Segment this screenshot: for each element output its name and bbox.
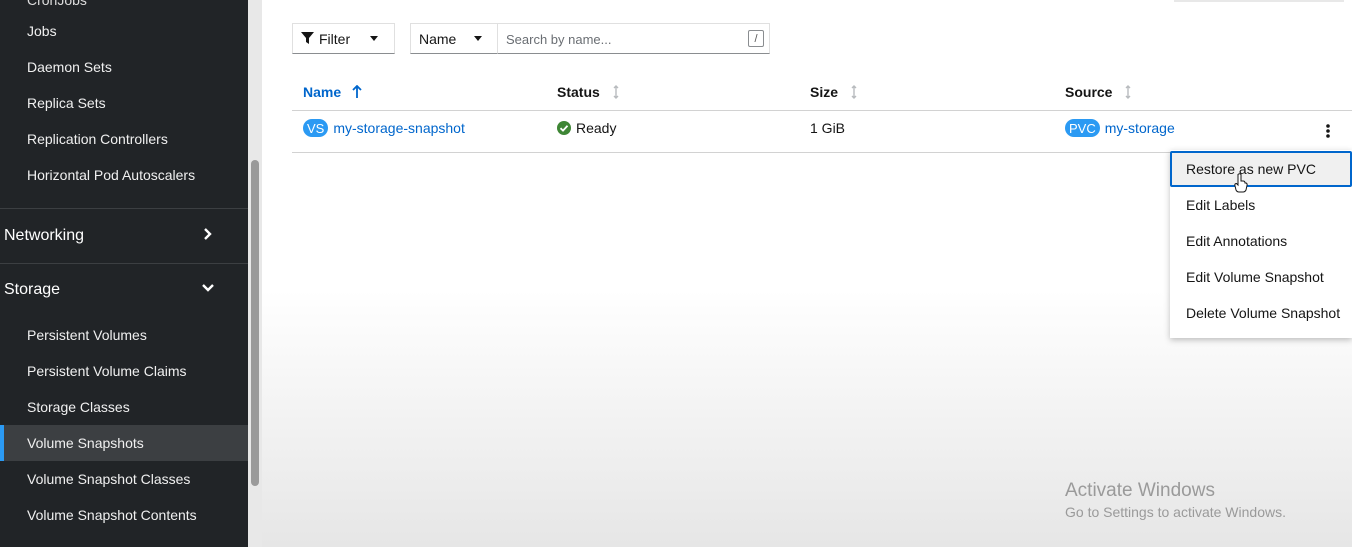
sidebar-item-label: Volume Snapshot Classes: [27, 471, 191, 487]
search-type-label: Name: [419, 30, 457, 47]
watermark-title: Activate Windows: [1065, 480, 1215, 501]
sidebar-item-label: Storage Classes: [27, 399, 130, 415]
search-box: /: [498, 23, 770, 54]
check-circle-icon: [557, 121, 571, 135]
table-row-size-cell: 1 GiB: [810, 118, 845, 138]
sidebar-item-horizontal-pod-autoscalers[interactable]: Horizontal Pod Autoscalers: [0, 157, 248, 193]
sidebar-section-label: Networking: [4, 227, 85, 244]
kebab-menu-icon[interactable]: [1320, 122, 1336, 140]
sidebar-item-label: Horizontal Pod Autoscalers: [27, 167, 196, 183]
column-header-name[interactable]: Name: [303, 82, 363, 102]
sidebar-item-volume-snapshot-contents[interactable]: Volume Snapshot Contents: [0, 497, 248, 533]
sidebar-item-volume-snapshot-classes[interactable]: Volume Snapshot Classes: [0, 461, 248, 497]
sidebar-item-label: Replication Controllers: [27, 131, 168, 147]
search-type-select[interactable]: Name: [410, 23, 498, 54]
filter-icon: [301, 32, 314, 44]
resource-badge-pvc: PVC: [1065, 119, 1100, 137]
caret-down-icon: [370, 36, 378, 41]
table-row-status-cell: Ready: [557, 118, 616, 138]
sidebar-section-networking[interactable]: Networking: [0, 209, 248, 263]
table-header-divider: [292, 110, 1352, 111]
sort-ascending-icon: [352, 85, 362, 98]
sidebar-item-label: Persistent Volumes: [27, 327, 147, 343]
sidebar-item-label: Replica Sets: [27, 95, 106, 111]
caret-down-icon: [474, 36, 482, 41]
table-row-name-cell: VS my-storage-snapshot: [303, 118, 465, 138]
sidebar-item-label: Persistent Volume Claims: [27, 363, 187, 379]
size-text: 1 GiB: [810, 120, 846, 136]
menu-item-label: Edit Labels: [1186, 197, 1256, 213]
column-header-label: Source: [1065, 84, 1113, 100]
column-header-status[interactable]: Status: [557, 82, 622, 102]
sidebar-item-label: Jobs: [27, 23, 57, 39]
status-text: Ready: [576, 120, 617, 136]
sidebar-item-jobs[interactable]: Jobs: [0, 13, 248, 49]
sidebar-section-label: Storage: [4, 281, 61, 298]
source-pvc-link[interactable]: my-storage: [1105, 120, 1175, 136]
sidebar-item-cutoff[interactable]: CronJobs: [27, 0, 87, 8]
sidebar-item-label: Volume Snapshot Contents: [27, 507, 197, 523]
search-shortcut-hint: /: [748, 30, 764, 47]
menu-item-label: Delete Volume Snapshot: [1186, 305, 1341, 321]
snapshot-name-link[interactable]: my-storage-snapshot: [333, 120, 465, 136]
sort-icon: [613, 85, 619, 99]
sort-icon: [851, 85, 857, 99]
menu-item-label: Edit Annotations: [1186, 233, 1288, 249]
sidebar-section-storage[interactable]: Storage: [0, 263, 248, 317]
menu-item-label: Edit Volume Snapshot: [1186, 269, 1324, 285]
sidebar-item-daemon-sets[interactable]: Daemon Sets: [0, 49, 248, 85]
sidebar-item-label: Daemon Sets: [27, 59, 112, 75]
chevron-down-icon: [202, 284, 214, 292]
column-header-label: Name: [303, 84, 342, 100]
search-input[interactable]: [506, 30, 736, 48]
chevron-right-icon: [204, 228, 212, 240]
watermark-subtitle: Go to Settings to activate Windows.: [1065, 504, 1286, 520]
menu-item-label: Restore as new PVC: [1186, 161, 1316, 177]
column-header-source[interactable]: Source: [1065, 82, 1134, 102]
actions-menu: Restore as new PVC Edit Labels Edit Anno…: [1170, 150, 1352, 338]
menu-item-edit-annotations[interactable]: Edit Annotations: [1170, 223, 1352, 259]
menu-item-edit-labels[interactable]: Edit Labels: [1170, 187, 1352, 223]
table-row-source-cell: PVC my-storage: [1065, 118, 1175, 138]
hand-pointer-icon: [1234, 173, 1248, 193]
sidebar-item-replica-sets[interactable]: Replica Sets: [0, 85, 248, 121]
sidebar-scrollbar-thumb[interactable]: [251, 160, 259, 486]
sidebar-item-storage-classes[interactable]: Storage Classes: [0, 389, 248, 425]
sidebar-item-persistent-volume-claims[interactable]: Persistent Volume Claims: [0, 353, 248, 389]
column-header-size[interactable]: Size: [810, 82, 860, 102]
menu-item-delete-volume-snapshot[interactable]: Delete Volume Snapshot: [1170, 295, 1352, 331]
menu-item-restore-as-new-pvc[interactable]: Restore as new PVC: [1170, 151, 1352, 187]
filter-dropdown[interactable]: Filter: [292, 23, 395, 54]
column-header-label: Status: [557, 84, 600, 100]
menu-item-edit-volume-snapshot[interactable]: Edit Volume Snapshot: [1170, 259, 1352, 295]
windows-activation-watermark: Activate Windows Go to Settings to activ…: [1065, 480, 1286, 520]
resource-badge-vs: VS: [303, 119, 329, 137]
sidebar-item-replication-controllers[interactable]: Replication Controllers: [0, 121, 248, 157]
sidebar-item-persistent-volumes[interactable]: Persistent Volumes: [0, 317, 248, 353]
column-header-label: Size: [810, 84, 839, 100]
sidebar-item-volume-snapshots[interactable]: Volume Snapshots: [0, 425, 248, 461]
filter-label: Filter: [319, 30, 351, 47]
top-edge: [1174, 0, 1344, 2]
sort-icon: [1125, 85, 1131, 99]
sidebar-item-label: Volume Snapshots: [27, 435, 144, 451]
sidebar: CronJobs Jobs Daemon Sets Replica Sets R…: [0, 0, 248, 547]
